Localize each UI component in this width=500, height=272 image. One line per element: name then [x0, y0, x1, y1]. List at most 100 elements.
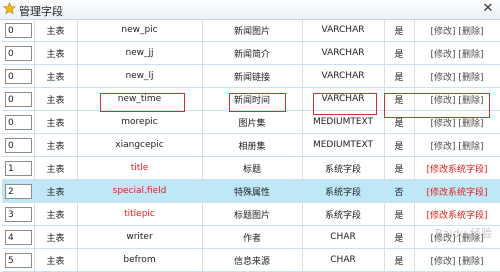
order-cell: 0 [2, 110, 35, 134]
action-cell[interactable]: [修改] [删除] [414, 19, 500, 42]
table-row[interactable]: 2 主表 special.field 特殊属性 系统字段否 [修改系统字段] [2, 179, 500, 203]
table-cell: 主表 [34, 225, 78, 249]
field-label-cell: 新闻简介 [202, 41, 303, 65]
flag-cell: 是 [384, 202, 415, 226]
action-cell[interactable]: [修改] [删除] [414, 64, 500, 88]
field-label-cell: 新闻链接 [202, 64, 303, 88]
order-cell: 5 [2, 248, 35, 272]
order-input[interactable]: 0 [5, 45, 32, 61]
flag-cell: 是 [384, 110, 415, 134]
field-name-cell: new_pic [77, 19, 203, 42]
field-name-cell: morepic [77, 110, 203, 134]
field-type-cell: CHAR [302, 225, 385, 249]
table-cell: 主表 [34, 110, 78, 134]
field-type-cell: MEDIUMTEXT [302, 110, 385, 134]
action-cell[interactable]: [修改] [删除] [414, 87, 500, 111]
order-input[interactable]: 2 [5, 183, 32, 199]
table-row[interactable]: 0 主表 xiangcepic 相册集 MEDIUMTEXT 是 [修改] [删除] [2, 133, 500, 157]
flag-cell: 是 [384, 64, 415, 88]
flag-cell: 是 [384, 156, 415, 180]
action-cell[interactable]: [修改] [删除] [414, 110, 500, 134]
flag-cell: 是 [384, 248, 415, 272]
field-label-cell: 相册集 [202, 133, 303, 157]
flag-cell: 是 [384, 87, 415, 111]
order-input[interactable]: 0 [5, 68, 32, 84]
action-cell[interactable]: [修改系统字段] [414, 156, 500, 180]
flag-cell: 是 [384, 133, 415, 157]
table-row[interactable]: 1 主表 title 标题 系统字段是 [修改系统字段] [2, 156, 500, 180]
table-cell: 主表 [34, 248, 78, 272]
field-name-cell: xiangcepic [77, 133, 203, 157]
window-titlebar: 管理字段 ✕ [0, 0, 500, 20]
field-label-cell: 新闻时间 [202, 87, 303, 111]
order-input[interactable]: 5 [5, 252, 32, 268]
action-cell[interactable]: [修改] [删除] [414, 248, 500, 272]
field-label-cell: 特殊属性 [202, 179, 303, 203]
field-label-cell: 信息来源 [202, 248, 303, 272]
table-row[interactable]: 4 主表 writer 作者 CHAR 是 [修改] [删除] [2, 225, 500, 249]
star-icon [3, 2, 16, 15]
order-input[interactable]: 3 [5, 206, 32, 222]
table-row[interactable]: 0 主表 new_jj 新闻简介 VARCHAR 是 [修改] [删除] [2, 41, 500, 65]
field-name-cell: special.field [77, 179, 203, 203]
field-type-cell: VARCHAR [302, 19, 385, 42]
flag-cell: 是 [384, 41, 415, 65]
field-type-cell: 系统字段 [302, 156, 385, 180]
field-label-cell: 图片集 [202, 110, 303, 134]
action-cell[interactable]: [修改系统字段] [414, 179, 500, 203]
table-row[interactable]: 3 主表 titlepic 标题图片 系统字段是 [修改系统字段] [2, 202, 500, 226]
flag-cell: 是 [384, 225, 415, 249]
field-name-cell: new_jj [77, 41, 203, 65]
watermark: Baidu 经验 [435, 227, 492, 240]
field-name-cell: titlepic [77, 202, 203, 226]
order-cell: 4 [2, 225, 35, 249]
field-type-cell: CHAR [302, 248, 385, 272]
table-row[interactable]: 5 主表 befrom 信息来源 CHAR 是 [修改] [删除] [2, 248, 500, 272]
close-icon[interactable]: ✕ [480, 1, 496, 17]
table-cell: 主表 [34, 64, 78, 88]
field-label-cell: 标题图片 [202, 202, 303, 226]
field-type-cell: MEDIUMTEXT [302, 133, 385, 157]
fields-table: 0 主表 new_pic 新闻图片 VARCHAR 是 [修改] [删除] 0 主表 new_jj… [2, 19, 500, 272]
field-type-cell: VARCHAR [302, 64, 385, 88]
table-row[interactable]: 0 主表 new_time 新闻时间 VARCHAR 是 [修改] [删除] [2, 87, 500, 111]
table-row[interactable]: 0 主表 morepic 图片集 MEDIUMTEXT 是 [修改] [删除] [2, 110, 500, 134]
order-cell: 0 [2, 64, 35, 88]
field-name-cell: new_lj [77, 64, 203, 88]
table-cell: 主表 [34, 202, 78, 226]
table-cell: 主表 [34, 87, 78, 111]
order-input[interactable]: 0 [5, 22, 32, 38]
order-input[interactable]: 4 [5, 229, 32, 245]
table-cell: 主表 [34, 179, 78, 203]
fields-table-body: 0 主表 new_pic 新闻图片 VARCHAR 是 [修改] [删除] 0 主表 new_jj… [2, 19, 500, 272]
order-cell: 0 [2, 87, 35, 111]
field-label-cell: 新闻图片 [202, 19, 303, 42]
table-row[interactable]: 0 主表 new_pic 新闻图片 VARCHAR 是 [修改] [删除] [2, 19, 500, 42]
order-input[interactable]: 0 [5, 91, 32, 107]
action-cell[interactable]: [修改系统字段] [414, 202, 500, 226]
order-input[interactable]: 0 [5, 137, 32, 153]
order-input[interactable]: 0 [5, 114, 32, 130]
field-label-cell: 作者 [202, 225, 303, 249]
action-cell[interactable]: [修改] [删除] [414, 41, 500, 65]
field-name-cell: new_time [77, 87, 203, 111]
order-cell: 1 [2, 156, 35, 180]
flag-cell: 否 [384, 179, 415, 203]
order-input[interactable]: 1 [5, 160, 32, 176]
field-name-cell: writer [77, 225, 203, 249]
field-name-cell: title [77, 156, 203, 180]
field-name-cell: befrom [77, 248, 203, 272]
order-cell: 2 [2, 179, 35, 203]
order-cell: 0 [2, 41, 35, 65]
field-type-cell: 系统字段 [302, 179, 385, 203]
window-title: 管理字段 [19, 5, 63, 18]
order-cell: 0 [2, 133, 35, 157]
field-type-cell: VARCHAR [302, 87, 385, 111]
table-cell: 主表 [34, 156, 78, 180]
field-type-cell: 系统字段 [302, 202, 385, 226]
field-type-cell: VARCHAR [302, 41, 385, 65]
table-row[interactable]: 0 主表 new_lj 新闻链接 VARCHAR 是 [修改] [删除] [2, 64, 500, 88]
action-cell[interactable]: [修改] [删除] [414, 133, 500, 157]
field-label-cell: 标题 [202, 156, 303, 180]
order-cell: 3 [2, 202, 35, 226]
